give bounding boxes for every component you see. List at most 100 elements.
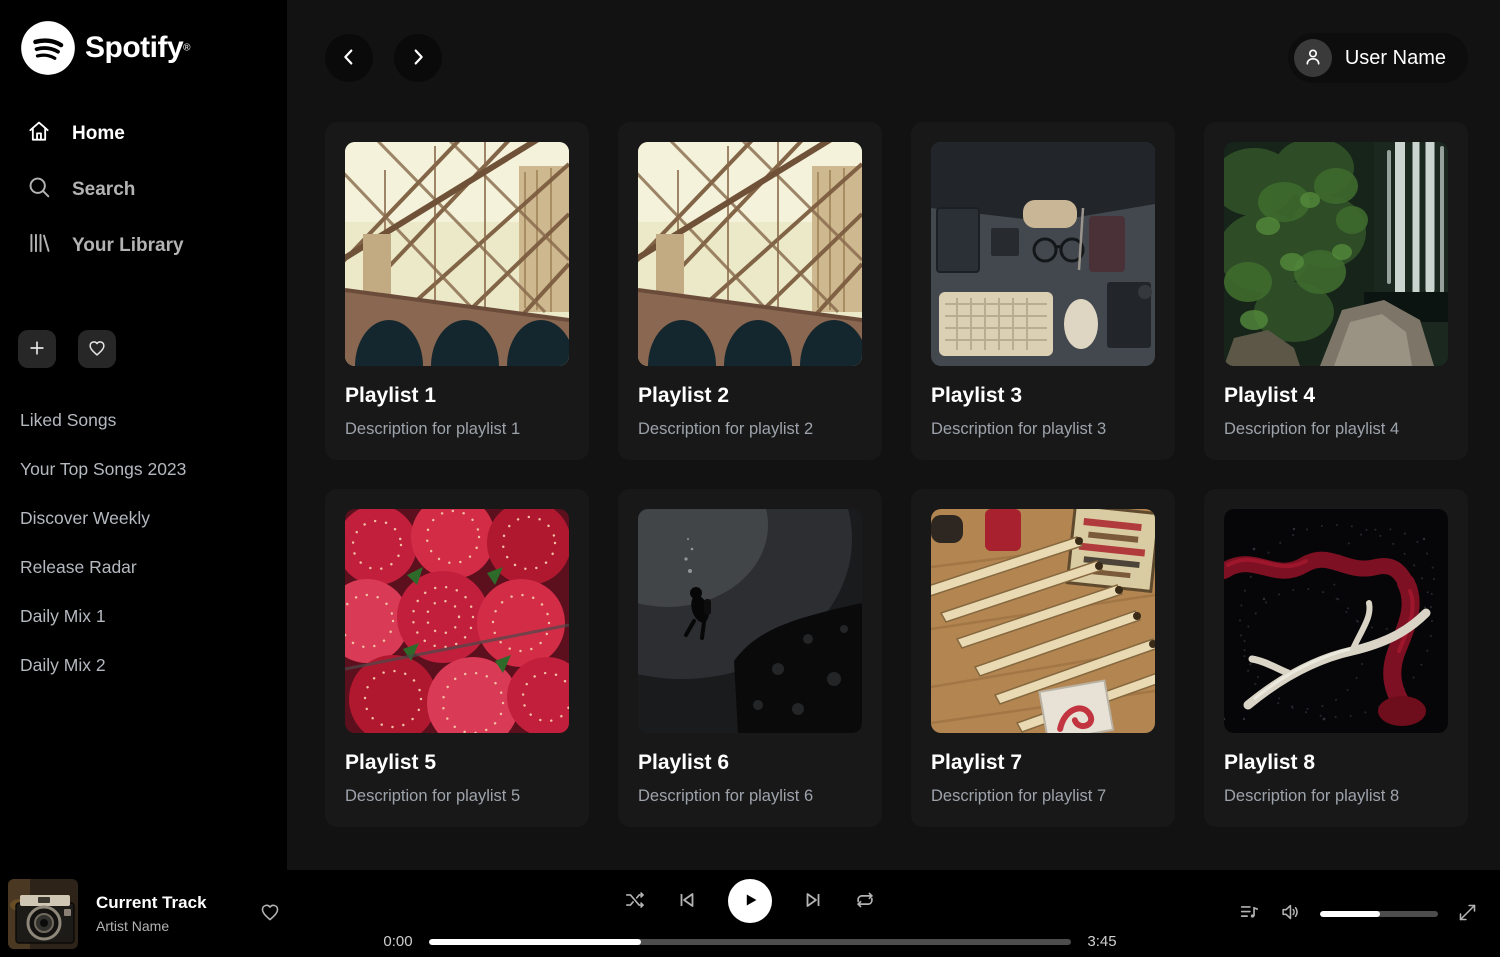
fullscreen-button[interactable]	[1457, 902, 1478, 926]
progress-bar[interactable]	[429, 939, 1071, 945]
sidebar-playlist-item[interactable]: Discover Weekly	[18, 494, 269, 543]
library-icon	[26, 230, 52, 262]
sidebar-playlist-item[interactable]: Liked Songs	[18, 396, 269, 445]
brand-trademark: ®	[183, 43, 190, 54]
chevron-left-icon	[338, 46, 360, 71]
playback-controls	[624, 879, 876, 923]
track-info: Current Track Artist Name	[96, 893, 207, 934]
topbar: User Name	[325, 33, 1468, 83]
nav-label: Home	[72, 123, 125, 145]
volume-fill	[1320, 911, 1380, 917]
like-track-button[interactable]	[259, 901, 281, 926]
progress-fill	[429, 939, 641, 945]
playlist-description: Description for playlist 4	[1224, 418, 1448, 440]
search-icon	[26, 174, 52, 206]
playlist-description: Description for playlist 1	[345, 418, 569, 440]
vintage-camera-art	[8, 879, 78, 949]
playlist-card[interactable]: Playlist 7 Description for playlist 7	[911, 489, 1175, 827]
sidebar: Spotify® Home Search	[0, 0, 287, 870]
playlist-title: Playlist 4	[1224, 383, 1448, 409]
playlist-cover-steel-bridge	[345, 142, 569, 366]
skip-back-icon	[676, 889, 698, 914]
nav-label: Search	[72, 179, 135, 201]
home-icon	[26, 118, 52, 150]
playlist-cover-wooden-rulers	[931, 509, 1155, 733]
volume-icon	[1279, 901, 1301, 926]
playlist-title: Playlist 6	[638, 750, 862, 776]
liked-songs-button[interactable]	[78, 330, 116, 368]
playlist-description: Description for playlist 2	[638, 418, 862, 440]
elapsed-time: 0:00	[380, 933, 416, 950]
playlist-grid: Playlist 1 Description for playlist 1	[325, 122, 1468, 827]
sidebar-playlists: Liked Songs Your Top Songs 2023 Discover…	[18, 396, 269, 690]
playlist-card[interactable]: Playlist 4 Description for playlist 4	[1204, 122, 1468, 460]
nav-forward-button[interactable]	[394, 34, 442, 82]
playlist-card[interactable]: Playlist 5 Description for playlist 5	[325, 489, 589, 827]
player-center: 0:00 3:45	[380, 870, 1120, 957]
brand-name: Spotify	[85, 31, 183, 64]
track-title: Current Track	[96, 893, 207, 913]
sidebar-playlist-item[interactable]: Release Radar	[18, 543, 269, 592]
sidebar-nav: Home Search Your Library	[18, 106, 269, 274]
album-art	[8, 879, 78, 949]
volume-slider[interactable]	[1320, 911, 1438, 917]
playlist-description: Description for playlist 3	[931, 418, 1155, 440]
nav-label: Your Library	[72, 235, 184, 257]
app-window: Spotify® Home Search	[0, 0, 1500, 957]
playlist-cover-antler	[1224, 509, 1448, 733]
queue-icon	[1238, 901, 1260, 926]
playlist-description: Description for playlist 8	[1224, 785, 1448, 807]
sidebar-playlist-item[interactable]: Daily Mix 1	[18, 592, 269, 641]
repeat-icon	[854, 889, 876, 914]
playlist-card[interactable]: Playlist 6 Description for playlist 6	[618, 489, 882, 827]
playlist-title: Playlist 7	[931, 750, 1155, 776]
shuffle-button[interactable]	[624, 889, 646, 914]
player-bar: Current Track Artist Name	[0, 870, 1500, 957]
plus-icon	[27, 338, 47, 361]
volume-button[interactable]	[1279, 901, 1301, 926]
spotify-logo-icon	[20, 20, 76, 76]
nav-back-button[interactable]	[325, 34, 373, 82]
playlist-title: Playlist 1	[345, 383, 569, 409]
playlist-title: Playlist 2	[638, 383, 862, 409]
playlist-title: Playlist 3	[931, 383, 1155, 409]
nav-item-search[interactable]: Search	[18, 162, 269, 218]
person-icon	[1302, 46, 1324, 71]
expand-icon	[1457, 902, 1478, 926]
chevron-right-icon	[407, 46, 429, 71]
playlist-title: Playlist 5	[345, 750, 569, 776]
playlist-card[interactable]: Playlist 3 Description for playlist 3	[911, 122, 1175, 460]
queue-button[interactable]	[1238, 901, 1260, 926]
playlist-cover-desk-flatlay	[931, 142, 1155, 366]
create-playlist-button[interactable]	[18, 330, 56, 368]
now-playing: Current Track Artist Name	[8, 879, 281, 949]
nav-item-home[interactable]: Home	[18, 106, 269, 162]
play-icon	[739, 889, 761, 914]
playlist-card[interactable]: Playlist 2 Description for playlist 2	[618, 122, 882, 460]
previous-button[interactable]	[676, 889, 698, 914]
user-name: User Name	[1345, 47, 1446, 70]
track-artist: Artist Name	[96, 918, 207, 934]
playlist-cover-steel-bridge	[638, 142, 862, 366]
player-right-controls	[1238, 901, 1478, 926]
nav-item-library[interactable]: Your Library	[18, 218, 269, 274]
progress-row: 0:00 3:45	[380, 933, 1120, 950]
playlist-card[interactable]: Playlist 1 Description for playlist 1	[325, 122, 589, 460]
play-button[interactable]	[728, 879, 772, 923]
next-button[interactable]	[802, 889, 824, 914]
user-menu-button[interactable]: User Name	[1288, 33, 1468, 83]
playlist-description: Description for playlist 7	[931, 785, 1155, 807]
playlist-title: Playlist 8	[1224, 750, 1448, 776]
playlist-description: Description for playlist 5	[345, 785, 569, 807]
playlist-card[interactable]: Playlist 8 Description for playlist 8	[1204, 489, 1468, 827]
heart-icon	[87, 338, 107, 361]
repeat-button[interactable]	[854, 889, 876, 914]
heart-icon	[259, 901, 281, 926]
shuffle-icon	[624, 889, 646, 914]
sidebar-playlist-item[interactable]: Daily Mix 2	[18, 641, 269, 690]
user-avatar	[1294, 39, 1332, 77]
total-time: 3:45	[1084, 933, 1120, 950]
playlist-cover-waterfall	[1224, 142, 1448, 366]
sidebar-playlist-item[interactable]: Your Top Songs 2023	[18, 445, 269, 494]
skip-forward-icon	[802, 889, 824, 914]
